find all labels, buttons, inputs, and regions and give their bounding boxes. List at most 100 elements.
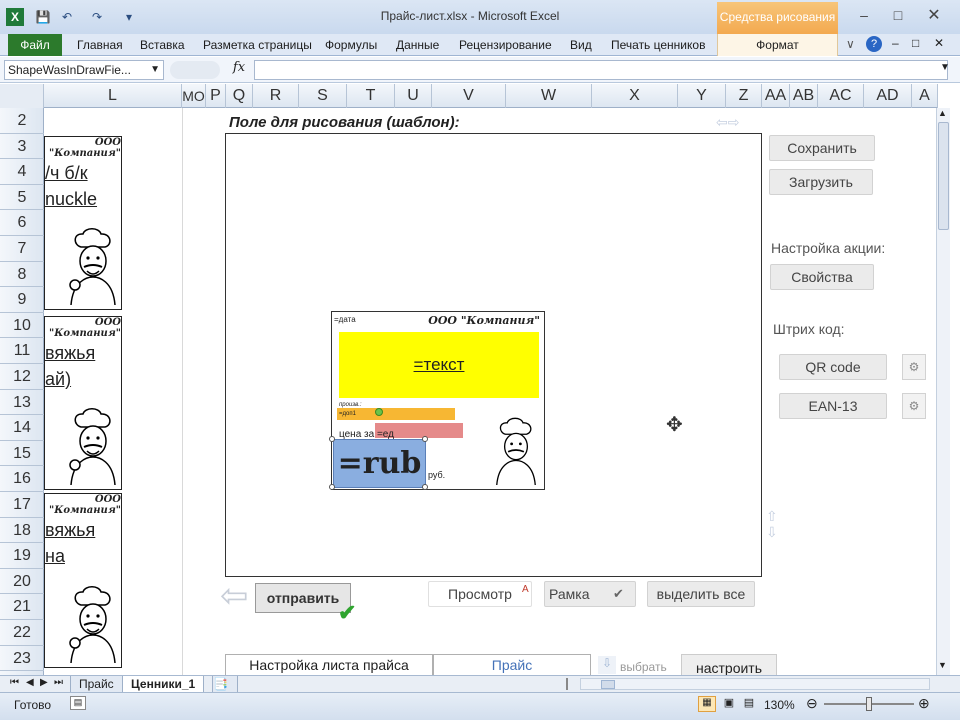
row-header[interactable]: 10 — [0, 313, 44, 339]
load-button[interactable]: Загрузить — [769, 169, 873, 195]
page-break-view-icon[interactable]: ▤ — [740, 696, 758, 712]
row-header[interactable]: 6 — [0, 210, 44, 236]
row-header[interactable]: 16 — [0, 466, 44, 492]
insert-sheet-icon[interactable]: 📑 — [212, 676, 238, 693]
zoom-out-icon[interactable]: ⊖ — [806, 695, 818, 712]
column-header[interactable]: R — [253, 84, 299, 108]
sheet-tab-price[interactable]: Прайс — [70, 676, 123, 693]
row-header[interactable]: 11 — [0, 338, 44, 364]
drawing-canvas[interactable]: =дата ООО "Компания" =текст произв.: =до… — [225, 133, 762, 577]
select-all-button[interactable]: выделить все — [647, 581, 755, 607]
resize-handle-icon[interactable] — [422, 436, 428, 442]
scroll-up-icon[interactable]: ▲ — [938, 108, 947, 118]
horizontal-scrollbar-thumb[interactable] — [601, 680, 615, 689]
formula-input[interactable] — [254, 60, 948, 80]
download-icon[interactable]: ⇩ — [598, 656, 616, 674]
column-header[interactable]: A — [912, 84, 938, 108]
row-header[interactable]: 7 — [0, 236, 44, 262]
column-header[interactable]: Y — [678, 84, 726, 108]
row-header[interactable]: 22 — [0, 620, 44, 646]
column-header[interactable]: AB — [790, 84, 818, 108]
column-header[interactable]: X — [592, 84, 678, 108]
row-header[interactable]: 5 — [0, 185, 44, 211]
template-text-box[interactable]: =текст — [339, 332, 539, 398]
tab-print-labels[interactable]: Печать ценников — [611, 38, 705, 52]
restore-icon[interactable]: □ — [884, 6, 912, 24]
tab-insert[interactable]: Вставка — [140, 38, 185, 52]
row-header[interactable]: 8 — [0, 262, 44, 288]
tab-format[interactable]: Формат — [717, 34, 838, 56]
qr-settings-icon[interactable]: ⚙ — [902, 354, 926, 380]
row-header[interactable]: 4 — [0, 159, 44, 185]
rotate-handle-icon[interactable] — [375, 408, 383, 416]
ean-settings-icon[interactable]: ⚙ — [902, 393, 926, 419]
qr-code-button[interactable]: QR code — [779, 354, 887, 380]
column-header[interactable]: Q — [226, 84, 253, 108]
price-card[interactable]: ООО "Компания" /ч б/к nuckle — [44, 136, 122, 310]
arrow-up-down-icon[interactable]: ⇧ ⇩ — [766, 508, 778, 540]
chevron-down-icon[interactable]: ▼ — [150, 61, 160, 79]
next-sheet-icon[interactable]: ▶ — [40, 677, 48, 688]
choose-label[interactable]: выбрать — [620, 660, 667, 674]
prev-sheet-icon[interactable]: ◀ — [26, 677, 34, 688]
label-template[interactable]: =дата ООО "Компания" =текст произв.: =до… — [329, 311, 545, 490]
sheet-setup-tab[interactable]: Настройка листа прайса — [225, 654, 433, 675]
tab-formulas[interactable]: Формулы — [325, 38, 377, 52]
column-header[interactable]: AC — [818, 84, 864, 108]
row-header[interactable]: 14 — [0, 415, 44, 441]
scroll-down-icon[interactable]: ▼ — [938, 660, 947, 670]
row-header[interactable]: 2 — [0, 108, 44, 134]
column-header[interactable]: S — [299, 84, 347, 108]
arrow-left-icon[interactable]: ⇦ — [220, 578, 260, 614]
zoom-slider-thumb[interactable] — [866, 697, 872, 711]
row-header[interactable]: 15 — [0, 441, 44, 467]
resize-handle-icon[interactable] — [329, 484, 335, 490]
horizontal-scrollbar[interactable] — [580, 678, 930, 690]
save-icon[interactable]: 💾 — [34, 8, 52, 26]
send-button[interactable]: отправить — [255, 583, 351, 613]
row-header[interactable]: 21 — [0, 594, 44, 620]
column-header[interactable]: МО — [182, 84, 206, 108]
row-header[interactable]: 23 — [0, 646, 44, 672]
first-sheet-icon[interactable]: ⏮ — [10, 677, 19, 688]
column-header[interactable]: V — [432, 84, 506, 108]
template-rub-box[interactable]: =rub — [333, 439, 426, 488]
tab-view[interactable]: Вид — [570, 38, 592, 52]
column-header[interactable]: AD — [864, 84, 912, 108]
configure-button[interactable]: настроить — [681, 654, 777, 675]
row-header[interactable]: 3 — [0, 134, 44, 160]
normal-view-icon[interactable]: ▦ — [698, 696, 716, 712]
minimize-workbook-icon[interactable]: – — [892, 36, 899, 50]
zoom-in-icon[interactable]: ⊕ — [918, 695, 930, 712]
tab-review[interactable]: Рецензирование — [459, 38, 552, 52]
tab-home[interactable]: Главная — [77, 38, 123, 52]
row-header[interactable]: 17 — [0, 492, 44, 518]
column-header[interactable]: U — [395, 84, 432, 108]
customize-toolbar-icon[interactable]: ▾ — [120, 8, 138, 26]
column-header[interactable]: L — [44, 84, 182, 108]
insert-function-icon[interactable]: fx — [226, 60, 252, 80]
column-header[interactable]: Z — [726, 84, 762, 108]
column-header[interactable]: T — [347, 84, 395, 108]
column-header[interactable]: P — [206, 84, 226, 108]
tab-page-layout[interactable]: Разметка страницы — [203, 38, 312, 52]
price-card[interactable]: ООО "Компания" вяжья ай) — [44, 316, 122, 490]
column-header[interactable]: AA — [762, 84, 790, 108]
zoom-level[interactable]: 130% — [764, 698, 795, 712]
name-box[interactable]: ShapeWasInDrawFie... ▼ — [4, 60, 164, 80]
undo-icon[interactable]: ↶ — [58, 8, 76, 26]
arrow-left-right-icon[interactable]: ⇦⇨ — [716, 114, 739, 131]
row-header[interactable]: 20 — [0, 569, 44, 595]
restore-workbook-icon[interactable]: □ — [912, 36, 919, 50]
page-layout-view-icon[interactable]: ▣ — [720, 696, 738, 712]
minimize-icon[interactable]: – — [850, 6, 878, 24]
save-button[interactable]: Сохранить — [769, 135, 875, 161]
ribbon-collapse-icon[interactable]: ∨ — [846, 37, 855, 51]
row-header[interactable]: 9 — [0, 287, 44, 313]
preview-button[interactable]: Просмотр — [428, 581, 532, 607]
row-header[interactable]: 18 — [0, 518, 44, 544]
row-header[interactable]: 19 — [0, 543, 44, 569]
vertical-scrollbar[interactable]: ▲ ▼ — [936, 108, 950, 675]
resize-handle-icon[interactable] — [329, 436, 335, 442]
properties-button[interactable]: Свойства — [770, 264, 874, 290]
